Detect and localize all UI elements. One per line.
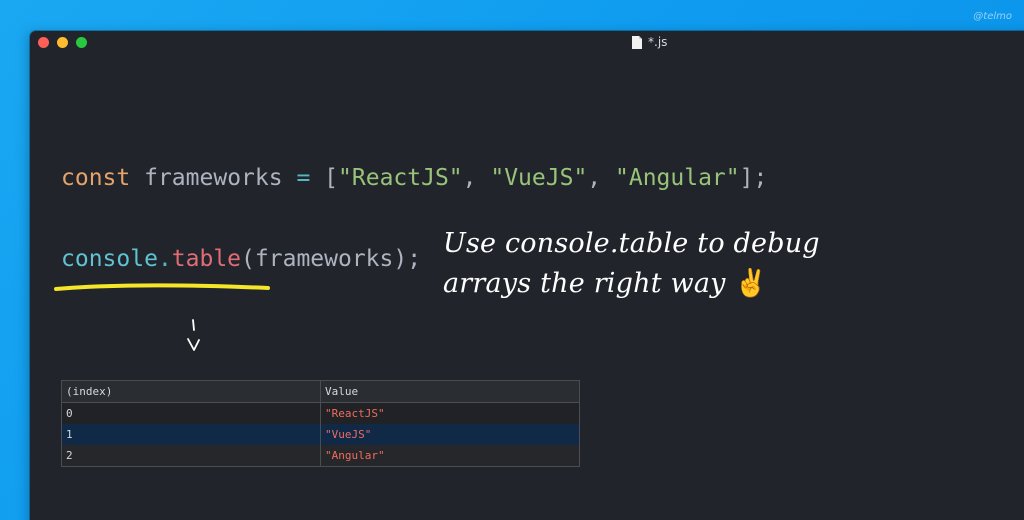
row-index-cell: 1 <box>61 424 321 445</box>
code-operator: = <box>296 165 311 191</box>
code-close: ]; <box>739 165 768 191</box>
title-bar: *.js <box>30 31 1024 53</box>
code-string: "Angular" <box>615 165 740 191</box>
editor-window: *.js const frameworks = ["ReactJS", "Vue… <box>30 31 1024 520</box>
row-value-cell: "ReactJS" <box>320 402 580 424</box>
row-index-cell: 0 <box>61 402 321 424</box>
code-close-paren: ); <box>393 246 422 272</box>
console-table-output: (index) Value 0 "ReactJS" 1 "VueJS" 2 "A… <box>61 380 580 467</box>
code-method: table <box>171 246 242 272</box>
code-string: "VueJS" <box>490 165 588 191</box>
minimize-window-button[interactable] <box>57 37 68 48</box>
table-row[interactable]: 2 "Angular" <box>61 445 580 467</box>
column-header-value[interactable]: Value <box>320 380 580 403</box>
watermark: @telmo <box>973 11 1012 22</box>
close-window-button[interactable] <box>38 37 49 48</box>
code-line-1: const frameworks = ["ReactJS", "VueJS", … <box>61 165 767 191</box>
annotation-note: Use console.table to debug arrays the ri… <box>443 224 820 304</box>
table-row-selected[interactable]: 1 "VueJS" <box>61 424 580 445</box>
code-separator: , <box>587 165 615 191</box>
victory-hand-icon: ✌️ <box>734 268 769 299</box>
highlight-underline <box>54 283 270 291</box>
code-keyword: const <box>61 165 131 191</box>
code-open-bracket: [ <box>324 165 339 191</box>
code-open-paren: ( <box>241 246 255 272</box>
code-separator: , <box>462 165 491 191</box>
annotation-line-2-text: arrays the right way <box>443 268 726 299</box>
column-header-index[interactable]: (index) <box>61 380 321 403</box>
table-row[interactable]: 0 "ReactJS" <box>61 402 580 424</box>
code-string: "ReactJS" <box>338 165 463 191</box>
down-arrow-icon <box>187 319 200 351</box>
annotation-line-1: Use console.table to debug <box>443 228 820 259</box>
code-argument: frameworks <box>254 246 394 272</box>
window-title-text: *.js <box>648 35 668 49</box>
row-value-cell: "VueJS" <box>320 424 580 445</box>
code-line-2: console.table(frameworks); <box>61 246 421 272</box>
row-index-cell: 2 <box>61 445 321 467</box>
window-title: *.js <box>632 35 667 49</box>
file-icon <box>632 35 642 49</box>
annotation-line-2: arrays the right way ✌️ <box>443 264 820 304</box>
code-identifier: frameworks <box>144 165 283 191</box>
table-header-row: (index) Value <box>61 380 580 403</box>
maximize-window-button[interactable] <box>76 37 87 48</box>
code-dot: . <box>157 246 172 272</box>
row-value-cell: "Angular" <box>320 445 580 467</box>
code-object: console <box>61 246 158 272</box>
